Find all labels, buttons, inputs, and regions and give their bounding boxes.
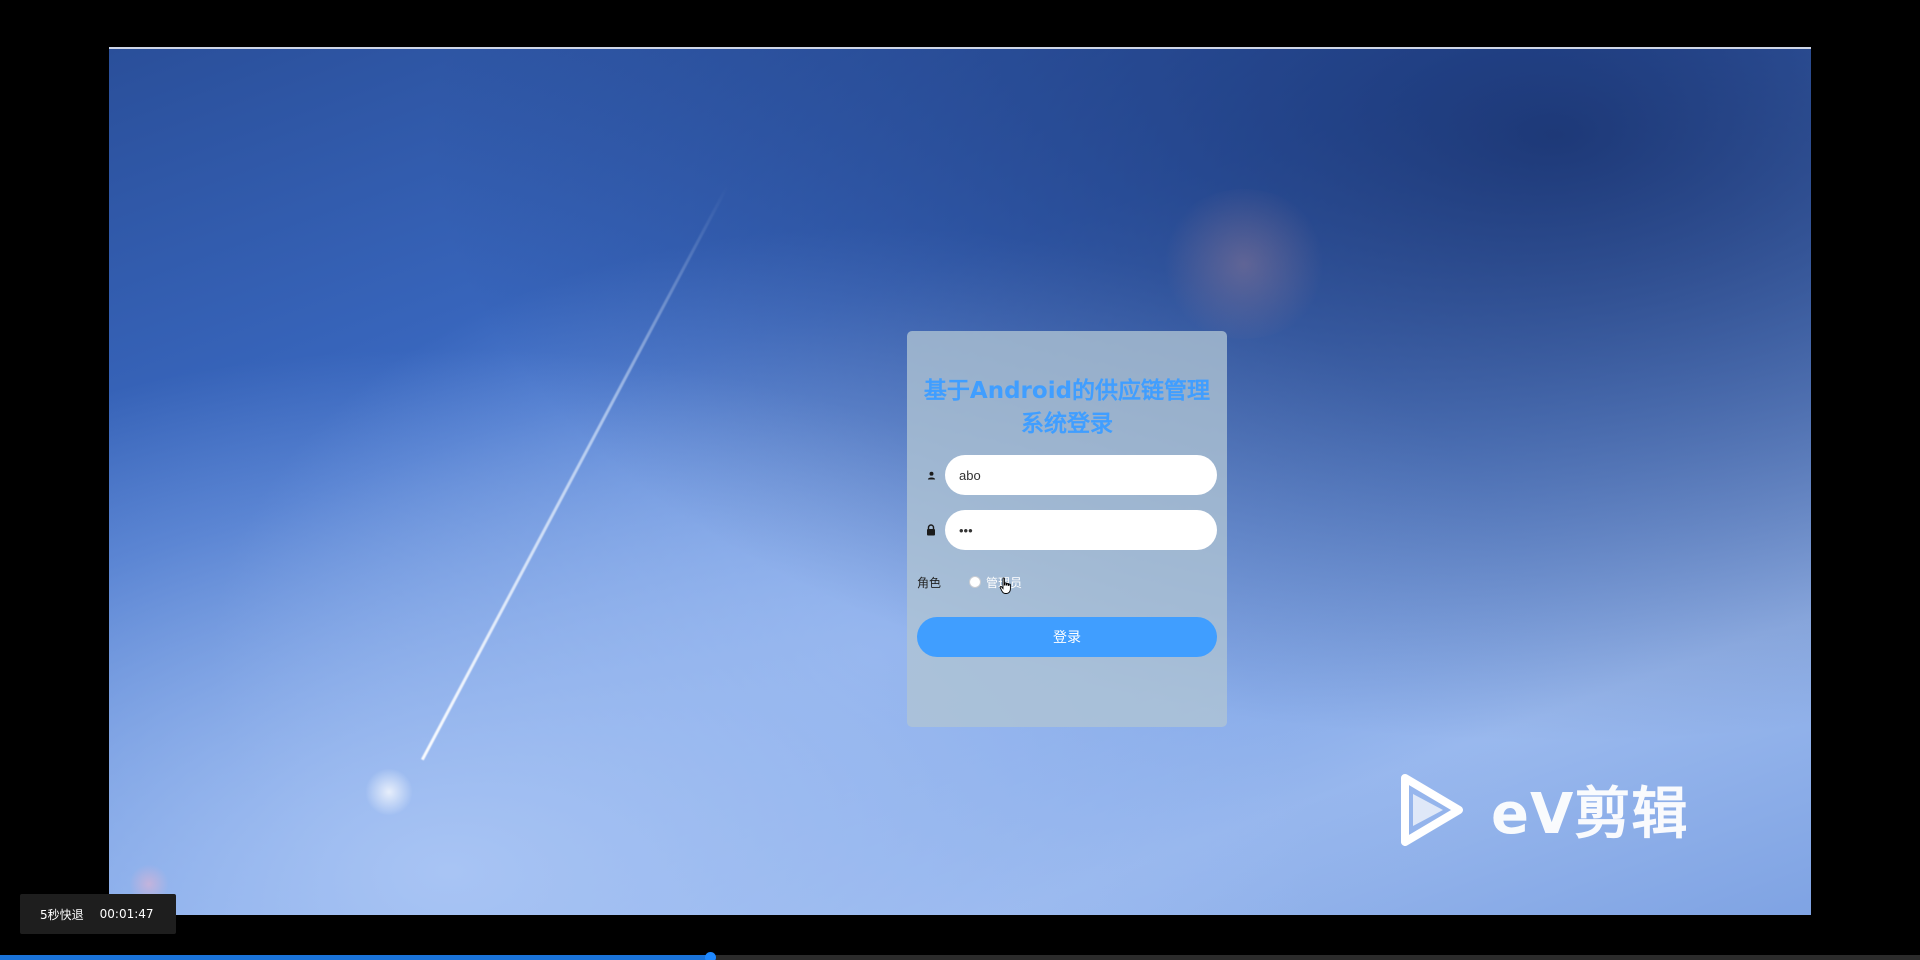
ev-watermark: eV剪辑 [1399,769,1688,850]
role-row: 角色 管理员 [917,563,1217,601]
skip-back-label[interactable]: 5秒快退 [40,906,84,923]
login-button[interactable]: 登录 [917,617,1217,657]
user-icon [917,471,945,480]
login-card: 基于Android的供应链管理系统登录 abo ••• 角色 登录 [907,331,1227,727]
role-label: 角色 [917,575,942,590]
contrail-decoration [421,185,729,761]
video-frame: 基于Android的供应链管理系统登录 abo ••• 角色 登录 eV剪辑 [109,47,1811,915]
watermark-text: eV剪辑 [1491,782,1689,847]
player-badge: 5秒快退 00:01:47 [20,894,176,934]
username-input[interactable] [945,455,1217,495]
password-row [917,510,1217,550]
lock-icon [917,524,945,536]
progress-handle[interactable] [705,952,717,960]
lens-flare [1159,189,1329,339]
password-input[interactable] [945,510,1217,550]
lens-flare [364,769,414,815]
play-logo-icon [1401,773,1463,846]
progress-fill [0,955,711,960]
role-radio[interactable] [969,576,981,588]
progress-bar[interactable] [0,955,1920,960]
hand-cursor-icon [999,577,1011,594]
login-title: 基于Android的供应链管理系统登录 [923,378,1211,437]
playback-time: 00:01:47 [99,907,154,921]
username-row [917,455,1217,495]
screen: 基于Android的供应链管理系统登录 abo ••• 角色 登录 eV剪辑 5… [0,0,1920,960]
